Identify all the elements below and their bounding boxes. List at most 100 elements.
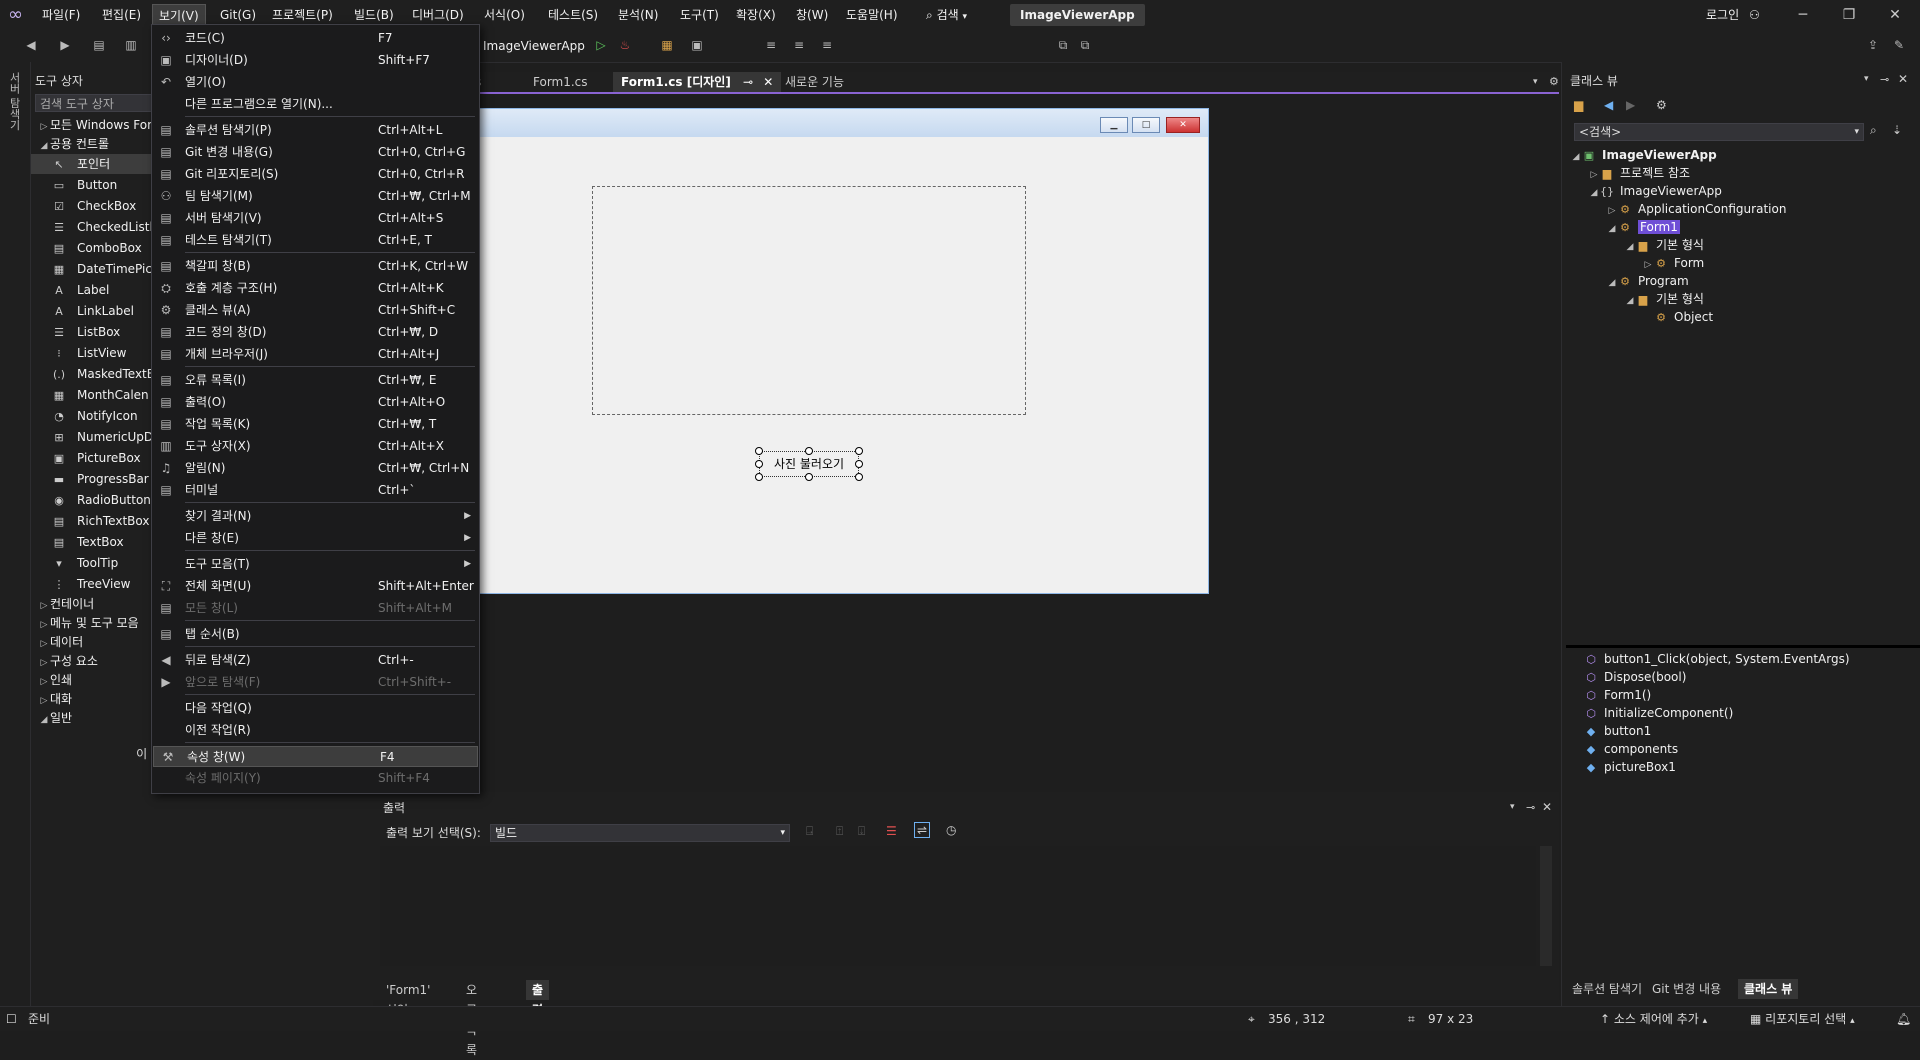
view-menu-item[interactable]: ⛶ 전체 화면(U) Shift+Alt+Enter xyxy=(152,576,479,597)
view-menu-item[interactable]: ▤ 출력(O) Ctrl+Alt+O xyxy=(152,392,479,413)
navigate-back-icon[interactable]: ◀ xyxy=(24,38,38,52)
open-file-icon[interactable]: ▥ xyxy=(124,38,138,52)
settings-gear-icon[interactable]: ⚙ xyxy=(1549,72,1559,92)
toolbox-group[interactable]: ▷ 데이터 xyxy=(38,632,84,652)
class-tree-node[interactable]: ⚙ Object xyxy=(1642,308,1713,326)
toolbox-group[interactable]: ◢ 일반 xyxy=(38,708,73,728)
menu-help[interactable]: 도움말(H) xyxy=(840,4,904,26)
view-menu-item[interactable]: ▤ 코드 정의 창(D) Ctrl+₩, D xyxy=(152,322,479,343)
close-window-icon[interactable]: ✕ xyxy=(1872,0,1918,30)
class-tree-node[interactable]: ▷ ⚙ Form xyxy=(1642,254,1705,272)
toolbox-group[interactable]: ▷ 인쇄 xyxy=(38,670,73,690)
panel-dropdown-icon[interactable]: ▾ xyxy=(1864,74,1869,84)
toolbox-group-common-controls[interactable]: ◢ 공용 컨트롤 xyxy=(38,134,109,154)
class-member-item[interactable]: ◆ components xyxy=(1584,740,1678,758)
class-member-item[interactable]: ⬡ Dispose(bool) xyxy=(1584,668,1686,686)
form1-design-window[interactable]: ▁ □ ✕ 사진 불러오기 xyxy=(475,108,1209,594)
view-menu-item[interactable]: ♫ 알림(N) Ctrl+₩, Ctrl+N xyxy=(152,458,479,479)
expand-arrow-icon[interactable]: ◢ xyxy=(1570,148,1582,166)
align-left-icon[interactable]: ≡ xyxy=(764,38,778,52)
menu-view[interactable]: 보기(V) xyxy=(152,4,206,26)
search-settings-icon[interactable]: ⇣ xyxy=(1892,123,1902,137)
login-button[interactable]: 로그인 ⚇ xyxy=(1706,5,1760,25)
back-icon[interactable]: ◀ xyxy=(1604,98,1613,112)
tab-error-list[interactable]: 오류 목록 xyxy=(460,980,483,1057)
tab-solution-explorer[interactable]: 솔루션 탐색기 xyxy=(1566,979,1648,999)
pin-icon[interactable]: ⊸ xyxy=(1880,73,1889,86)
doc-tab-whats-new[interactable]: 새로운 기능 xyxy=(777,72,852,92)
resize-handle[interactable] xyxy=(855,447,863,455)
view-menu-item[interactable]: ▤ 서버 탐색기(V) Ctrl+Alt+S xyxy=(152,208,479,229)
menu-analyze[interactable]: 분석(N) xyxy=(612,4,664,26)
resize-handle[interactable] xyxy=(855,473,863,481)
layout-icon[interactable]: ▣ xyxy=(690,38,704,52)
class-member-item[interactable]: ⬡ InitializeComponent() xyxy=(1584,704,1733,722)
tab-git-changes[interactable]: Git 변경 내용 xyxy=(1646,979,1727,999)
class-tree-node[interactable]: ◢ ▣ ImageViewerApp xyxy=(1570,146,1717,164)
pin-icon[interactable]: ⊸ xyxy=(1526,801,1535,814)
navigate-forward-icon[interactable]: ▶ xyxy=(58,38,72,52)
class-tree-node[interactable]: ◢{} ImageViewerApp xyxy=(1588,182,1722,200)
class-member-item[interactable]: ◆ button1 xyxy=(1584,722,1651,740)
settings-gear-icon[interactable]: ⚙ xyxy=(1656,98,1667,112)
view-menu-item[interactable]: ▤ 오류 목록(I) Ctrl+₩, E xyxy=(152,370,479,391)
class-tree-node[interactable]: ◢ ▆ 기본 형식 xyxy=(1624,290,1704,308)
view-menu-item[interactable]: ▤ 개체 브라우저(J) Ctrl+Alt+J xyxy=(152,344,479,365)
view-menu-item[interactable]: ‹› 코드(C) F7 xyxy=(152,28,479,49)
tab-list-dropdown-icon[interactable]: ▾ xyxy=(1533,72,1538,92)
doc-tab-form1-designer[interactable]: Form1.cs [디자인] ⊸ ✕ xyxy=(613,72,782,92)
view-menu-item[interactable]: ↶ 열기(O) xyxy=(152,72,479,93)
class-view-search-input[interactable]: <검색> ▾ xyxy=(1574,123,1864,141)
hot-reload-icon[interactable]: ♨ xyxy=(618,38,632,52)
view-menu-item[interactable]: ⚙ 클래스 뷰(A) Ctrl+Shift+C xyxy=(152,300,479,321)
send-to-back-icon[interactable]: ⧉ xyxy=(1078,38,1092,52)
doc-tab-form1-code[interactable]: Form1.cs xyxy=(525,72,596,92)
clear-all-icon[interactable]: ☰ xyxy=(886,824,897,838)
class-tree-node[interactable]: ▷ ▆ 프로젝트 참조 xyxy=(1588,164,1691,182)
class-tree-node[interactable]: ◢ ⚙ Program xyxy=(1606,272,1689,290)
view-menu-item[interactable]: 다른 프로그램으로 열기(N)... xyxy=(152,94,479,115)
menu-format[interactable]: 서식(O) xyxy=(478,4,531,26)
view-menu-item[interactable]: ▤ 솔루션 탐색기(P) Ctrl+Alt+L xyxy=(152,120,479,141)
panel-dropdown-icon[interactable]: ▾ xyxy=(1510,802,1515,812)
output-vertical-scrollbar[interactable] xyxy=(1540,846,1552,966)
view-menu-item[interactable]: ▤ 작업 목록(K) Ctrl+₩, T xyxy=(152,414,479,435)
view-menu-item[interactable]: ⚇ 팀 탐색기(M) Ctrl+₩, Ctrl+M xyxy=(152,186,479,207)
align-center-icon[interactable]: ≡ xyxy=(792,38,806,52)
view-menu-item[interactable]: ▤ 탭 순서(B) xyxy=(152,624,479,645)
share-icon[interactable]: ⇪ xyxy=(1866,38,1880,52)
timestamp-icon[interactable]: ◷ xyxy=(946,823,956,837)
close-tab-icon[interactable]: ✕ xyxy=(763,75,773,89)
menu-tools[interactable]: 도구(T) xyxy=(674,4,725,26)
toolbox-group-all-windows-forms[interactable]: ▷ 모든 Windows For xyxy=(38,115,153,135)
search-menu[interactable]: ⌕ 검색 ▾ xyxy=(926,4,967,26)
minimize-window-icon[interactable]: ─ xyxy=(1780,0,1826,30)
expand-arrow-icon[interactable]: ◢ xyxy=(1606,220,1618,238)
close-panel-icon[interactable]: ✕ xyxy=(1542,800,1552,814)
start-debug-icon[interactable]: ▷ xyxy=(594,38,608,52)
view-menu-item[interactable]: 다른 창(E) ▶ xyxy=(152,528,479,549)
word-wrap-icon[interactable]: ⇌ xyxy=(914,822,931,838)
view-menu-item[interactable]: 이전 작업(R) xyxy=(152,720,479,741)
find-message-icon[interactable]: ⍈ xyxy=(806,824,813,839)
restore-window-icon[interactable]: ❐ xyxy=(1826,0,1872,30)
align-right-icon[interactable]: ≡ xyxy=(820,38,834,52)
output-text-area[interactable] xyxy=(380,846,1536,966)
expand-arrow-icon[interactable]: ◢ xyxy=(1588,184,1600,202)
resize-handle[interactable] xyxy=(755,447,763,455)
menu-build[interactable]: 빌드(B) xyxy=(348,4,400,26)
select-repository-button[interactable]: ▦ 리포지토리 선택 ▴ xyxy=(1750,1007,1855,1033)
forward-icon[interactable]: ▶ xyxy=(1626,98,1635,112)
class-member-item[interactable]: ⬡ button1_Click(object, System.EventArgs) xyxy=(1584,650,1849,668)
view-menu-item[interactable]: ▤ 책갈피 창(B) Ctrl+K, Ctrl+W xyxy=(152,256,479,277)
menu-window[interactable]: 창(W) xyxy=(790,4,834,26)
menu-file[interactable]: 파일(F) xyxy=(36,4,86,26)
notifications-bell-icon[interactable]: 🔔︎ xyxy=(1896,1007,1911,1031)
search-icon[interactable]: ⌕ xyxy=(1870,123,1877,138)
close-panel-icon[interactable]: ✕ xyxy=(1898,72,1908,86)
resize-handle[interactable] xyxy=(855,460,863,468)
toolbox-group[interactable]: ▷ 메뉴 및 도구 모음 xyxy=(38,613,139,633)
view-menu-item[interactable]: ▣ 디자이너(D) Shift+F7 xyxy=(152,50,479,71)
output-source-select[interactable]: 빌드 ▾ xyxy=(490,824,790,842)
publish-icon[interactable]: ▦ xyxy=(660,38,674,52)
